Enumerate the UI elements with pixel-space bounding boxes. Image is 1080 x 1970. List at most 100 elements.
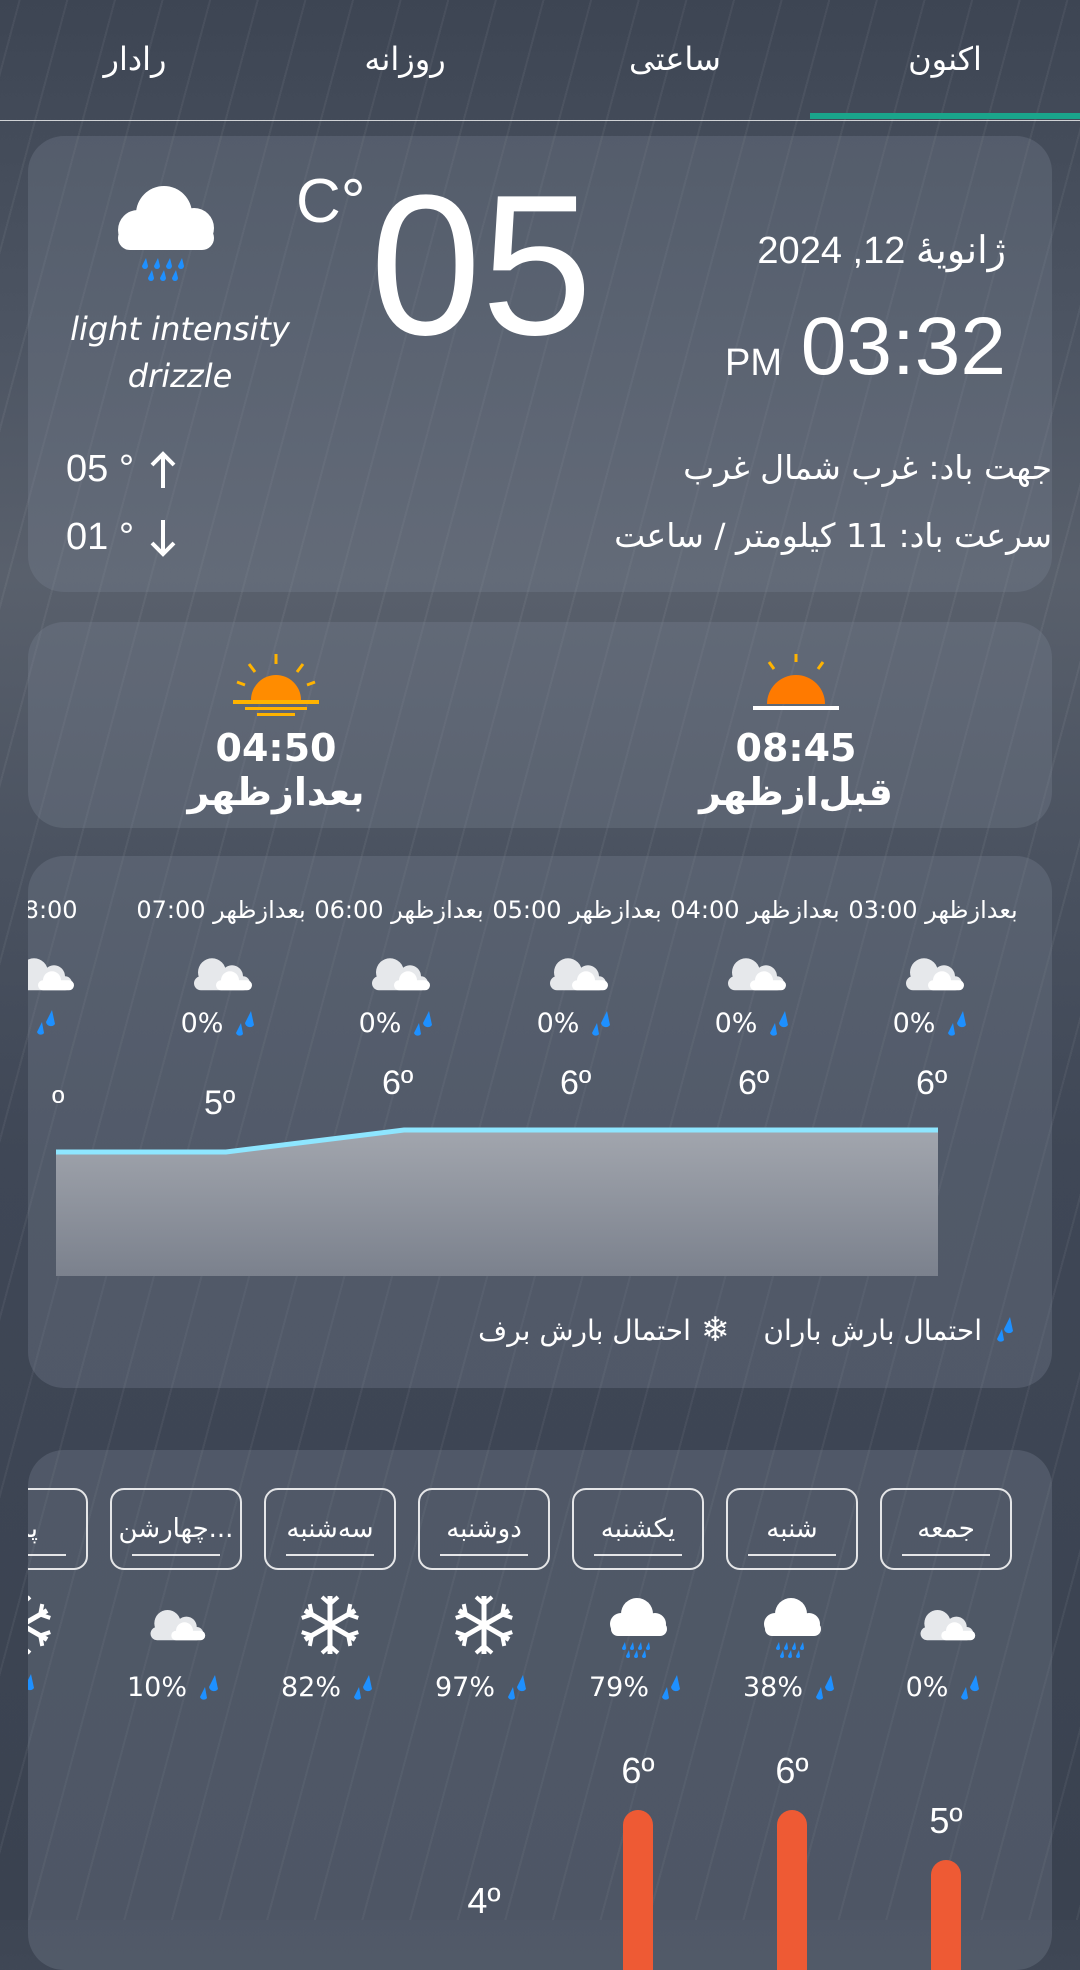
daily-precip: [28, 1672, 88, 1702]
day-label: جمعه: [917, 1514, 975, 1544]
day-tab[interactable]: یکشنبه: [572, 1488, 704, 1570]
current-temperature: 05: [370, 154, 593, 377]
daily-precip: 79%: [572, 1672, 704, 1703]
day-label: دوشنبه: [446, 1514, 522, 1544]
daily-column: دوشنبه 97%: [418, 1488, 550, 1703]
low-temperature: 01 °: [66, 516, 178, 559]
daily-precip: 38%: [726, 1672, 858, 1703]
current-time: 03:32: [800, 301, 1006, 392]
snowflake-icon: [301, 1595, 359, 1655]
daily-column: یکشنبه 79%: [572, 1488, 704, 1703]
sun-times-card: 04:50 بعدازظهر 08:45 قبل‌ازظهر: [28, 622, 1052, 828]
daily-precip-value: 10%: [126, 1672, 187, 1703]
daily-temp-label: 6º: [775, 1750, 809, 1791]
daily-column: سه‌شنبه 82%: [264, 1488, 396, 1703]
daily-precip-value: 79%: [588, 1672, 649, 1703]
daily-column: شنبه 38%: [726, 1488, 858, 1703]
high-temperature: 05 °: [66, 448, 178, 491]
hourly-temp-label: 6º: [916, 1064, 948, 1102]
tab-bar: رادار روزانه ساعتی اکنون: [0, 0, 1080, 121]
daily-temp-bar: [623, 1810, 653, 1970]
rain-drop-icon: [997, 1317, 1013, 1342]
legend-snow-label: احتمال بارش برف: [478, 1313, 691, 1347]
day-label: پنج: [28, 1514, 38, 1544]
day-tab[interactable]: جمعه: [880, 1488, 1012, 1570]
day-tab[interactable]: چهارشن...: [110, 1488, 242, 1570]
daily-temp-label: 4º: [467, 1880, 501, 1921]
hourly-forecast-card: 03:00 بعدازظهر 0% 04:00 بعدازظهر 0% 05:00 …: [28, 856, 1052, 1388]
hourly-temperature-graph: [56, 1127, 938, 1276]
daily-temp-bar: [777, 1810, 807, 1970]
sunset-time: 04:50 بعدازظهر: [187, 726, 365, 814]
description-line-2: drizzle: [127, 357, 233, 395]
rain-drop-icon: [662, 1674, 680, 1700]
tab-now-label: اکنون: [908, 40, 982, 78]
sunrise-time: 08:45 قبل‌ازظهر: [699, 726, 893, 814]
rain-drop-icon: [961, 1674, 980, 1700]
snowflake-icon: [28, 1595, 51, 1655]
sunrise-icon: [753, 654, 839, 710]
daily-temp-label: 5º: [929, 1800, 963, 1841]
daily-precip: 97%: [418, 1672, 550, 1703]
condition-description: light intensity drizzle: [40, 306, 320, 400]
temperature-unit: C°: [296, 167, 366, 236]
sunset-icon: [233, 654, 319, 716]
hourly-temp-label: 6º: [560, 1064, 592, 1102]
daily-precip: 10%: [110, 1672, 242, 1703]
hourly-temp-label: 6º: [738, 1064, 770, 1102]
sunset-block: 04:50 بعدازظهر: [126, 652, 426, 814]
hourly-temp-label: 6º: [382, 1064, 414, 1102]
description-line-1: light intensity: [70, 310, 290, 348]
tab-daily[interactable]: روزانه: [270, 0, 540, 118]
day-label: شنبه: [766, 1514, 818, 1544]
current-date: ژانویهٔ 12, 2024: [757, 230, 1006, 272]
sunrise-block: 08:45 قبل‌ازظهر: [646, 652, 946, 814]
tab-hourly[interactable]: ساعتی: [540, 0, 810, 118]
day-label: سه‌شنبه: [286, 1514, 374, 1544]
day-tab[interactable]: پنج: [28, 1488, 88, 1570]
precip-legend: احتمال بارش باران ❄ احتمال بارش برف: [478, 1310, 1022, 1350]
daily-precip-value: 0%: [905, 1672, 949, 1703]
high-temp-value: 05 °: [66, 448, 135, 490]
daily-precip-value: 38%: [742, 1672, 803, 1703]
daily-temp-label: 6º: [621, 1750, 655, 1791]
arrow-up-icon: [150, 450, 176, 488]
daily-precip: 0%: [880, 1672, 1012, 1703]
low-temp-value: 01 °: [66, 516, 135, 558]
cloud-icon: [150, 1609, 206, 1641]
cloud-rain-icon: [610, 1598, 667, 1658]
tab-daily-label: روزانه: [364, 40, 446, 78]
daily-column: جمعه 0%: [880, 1488, 1012, 1703]
daily-precip-value: 82%: [280, 1672, 341, 1703]
day-tab[interactable]: سه‌شنبه: [264, 1488, 396, 1570]
rain-drop-icon: [816, 1674, 834, 1700]
day-label: چهارشن...: [118, 1514, 234, 1544]
snowflake-icon: [455, 1595, 513, 1655]
wind-direction: جهت باد: غرب شمال غرب: [683, 448, 1052, 487]
cloud-rain-icon: [764, 1598, 821, 1658]
daily-forecast-card: جمعه 0% 5º شنبه 38% 6º یکشنبه 79% 6º دوشنبه 97…: [28, 1450, 1052, 1970]
daily-column: چهارشن... 10%: [110, 1488, 242, 1703]
day-tab[interactable]: دوشنبه: [418, 1488, 550, 1570]
daily-precip-value: 97%: [434, 1672, 495, 1703]
daily-temp-bar: [931, 1860, 961, 1970]
tab-hourly-label: ساعتی: [629, 40, 721, 78]
tab-now[interactable]: اکنون: [810, 0, 1080, 119]
tab-radar-label: رادار: [103, 40, 167, 78]
day-tab[interactable]: شنبه: [726, 1488, 858, 1570]
daily-column: پنج: [28, 1488, 88, 1702]
tab-radar[interactable]: رادار: [0, 0, 270, 118]
hourly-temp-label: º: [52, 1084, 65, 1122]
arrow-down-icon: [150, 519, 176, 557]
rain-drop-icon: [200, 1674, 218, 1700]
cloud-icon: [920, 1609, 976, 1641]
snowflake-icon: ❄: [700, 1310, 730, 1350]
cloud-rain-icon: [118, 186, 214, 281]
day-label: یکشنبه: [600, 1514, 676, 1544]
rain-drop-icon: [354, 1674, 372, 1700]
legend-rain-label: احتمال بارش باران: [763, 1313, 982, 1347]
hourly-temp-label: 5º: [204, 1084, 236, 1122]
daily-precip: 82%: [264, 1672, 396, 1703]
current-ampm: PM: [725, 342, 782, 384]
rain-drop-icon: [28, 1674, 34, 1691]
